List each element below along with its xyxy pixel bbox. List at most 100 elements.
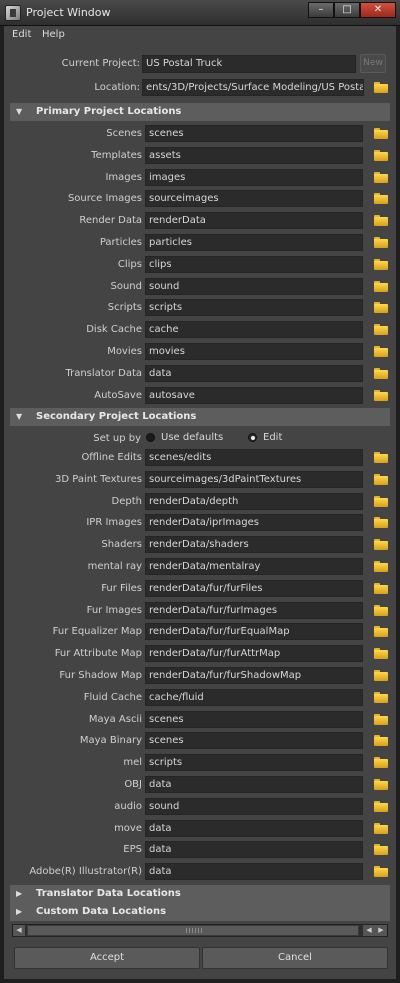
location-path-field[interactable]: scripts	[145, 299, 363, 317]
location-path-field[interactable]: data	[145, 863, 363, 881]
edit-label[interactable]: Edit	[263, 432, 282, 443]
accept-button[interactable]: Accept	[14, 947, 200, 969]
scroll-left-end-icon[interactable]: ◀	[363, 925, 375, 936]
location-path-field[interactable]: scenes	[145, 710, 363, 728]
minimize-icon: –	[318, 4, 324, 15]
folder-icon[interactable]	[374, 367, 388, 379]
horizontal-scrollbar[interactable]: ◀ ◀ ▶	[12, 924, 388, 937]
folder-icon[interactable]	[374, 389, 388, 401]
scroll-right-icon[interactable]: ▶	[375, 925, 387, 936]
location-path-field[interactable]: data	[145, 776, 363, 793]
menu-edit[interactable]: Edit	[12, 29, 31, 40]
scroll-left-icon[interactable]: ◀	[13, 925, 25, 936]
custom-locations-header[interactable]: ▶ Custom Data Locations	[10, 903, 390, 921]
folder-icon[interactable]	[374, 215, 388, 227]
folder-icon[interactable]	[374, 149, 388, 161]
location-path-field[interactable]: sourceimages/3dPaintTextures	[145, 470, 363, 488]
location-path-field[interactable]: data	[145, 819, 363, 837]
location-path-field[interactable]: renderData/shaders	[145, 536, 363, 554]
location-path-field[interactable]: data	[145, 364, 363, 382]
location-path-field[interactable]: renderData/fur/furShadowMap	[145, 667, 363, 684]
folder-icon[interactable]	[374, 866, 388, 878]
folder-icon[interactable]	[374, 280, 388, 292]
folder-icon[interactable]	[374, 582, 388, 594]
folder-icon[interactable]	[374, 626, 388, 638]
location-path-field[interactable]: sound	[145, 277, 363, 295]
folder-icon[interactable]	[374, 779, 388, 790]
folder-icon[interactable]	[374, 539, 388, 551]
location-path-field[interactable]: particles	[145, 234, 363, 251]
location-path-field[interactable]: renderData/fur/furAttrMap	[145, 645, 363, 663]
location-label: Location:	[94, 82, 140, 93]
location-label: Fluid Cache	[83, 691, 142, 703]
folder-icon[interactable]	[374, 346, 388, 357]
secondary-locations-header[interactable]: ▼ Secondary Project Locations	[10, 408, 390, 426]
folder-icon[interactable]	[374, 800, 388, 812]
location-path-field[interactable]: images	[145, 168, 363, 186]
use-defaults-label[interactable]: Use defaults	[161, 432, 223, 443]
close-button[interactable]: ✕	[360, 2, 396, 18]
location-path-field[interactable]: cache/fluid	[145, 688, 363, 706]
folder-icon[interactable]	[374, 237, 388, 248]
new-project-button[interactable]: New	[360, 54, 386, 73]
folder-icon[interactable]	[374, 757, 388, 769]
location-path-field[interactable]: scenes	[145, 125, 363, 142]
folder-icon[interactable]	[374, 495, 388, 507]
folder-icon[interactable]	[374, 670, 388, 681]
location-path-field[interactable]: renderData/depth	[145, 492, 363, 510]
menu-bar: Edit Help	[4, 26, 396, 44]
location-path-field[interactable]: movies	[145, 343, 363, 360]
location-path-field[interactable]: renderData/fur/furFiles	[145, 579, 363, 597]
folder-icon[interactable]	[374, 561, 388, 572]
current-project-field[interactable]: US Postal Truck	[142, 55, 356, 73]
location-path-field[interactable]: autosave	[145, 386, 363, 404]
location-path-field[interactable]: sound	[145, 797, 363, 815]
cancel-button[interactable]: Cancel	[202, 947, 388, 969]
location-path-field[interactable]: renderData/mentalray	[145, 558, 363, 575]
location-path-field[interactable]: renderData	[145, 212, 363, 230]
location-path-field[interactable]: sourceimages	[145, 190, 363, 208]
scrollbar-thumb[interactable]	[27, 925, 359, 936]
primary-locations-header[interactable]: ▼ Primary Project Locations	[10, 103, 390, 121]
location-field[interactable]: ents/3D/Projects/Surface Modeling/US Pos…	[142, 79, 364, 96]
translator-locations-header[interactable]: ▶ Translator Data Locations	[10, 885, 390, 903]
menu-help[interactable]: Help	[42, 29, 65, 40]
folder-icon[interactable]	[374, 452, 388, 463]
folder-icon[interactable]	[374, 193, 388, 205]
location-path-field[interactable]: data	[145, 841, 363, 859]
maximize-button[interactable]: □	[334, 2, 360, 18]
location-label: EPS	[123, 844, 142, 856]
folder-icon[interactable]	[374, 324, 388, 336]
minimize-button[interactable]: –	[308, 2, 334, 18]
folder-icon[interactable]	[374, 302, 388, 314]
folder-icon[interactable]	[374, 128, 388, 139]
location-label: Scenes	[106, 128, 142, 139]
location-path-field[interactable]: scenes	[145, 732, 363, 750]
folder-icon[interactable]	[374, 822, 388, 834]
folder-icon[interactable]	[374, 473, 388, 485]
folder-icon[interactable]	[374, 517, 388, 529]
folder-icon[interactable]	[374, 171, 388, 183]
edit-radio[interactable]	[248, 433, 257, 442]
folder-icon[interactable]	[374, 258, 388, 270]
folder-icon[interactable]	[374, 82, 388, 93]
location-path-field[interactable]: renderData/fur/furImages	[145, 601, 363, 619]
location-path-field[interactable]: renderData/fur/furEqualMap	[145, 623, 363, 641]
location-path-field[interactable]: renderData/iprImages	[145, 514, 363, 532]
folder-icon[interactable]	[374, 604, 388, 616]
folder-icon[interactable]	[374, 691, 388, 703]
location-label: Fur Attribute Map	[54, 648, 142, 660]
title-bar[interactable]: Project Window – □ ✕	[0, 0, 400, 26]
location-label: Offline Edits	[81, 452, 142, 463]
location-path-field[interactable]: assets	[145, 146, 363, 164]
location-path-field[interactable]: scripts	[145, 754, 363, 772]
location-path-field[interactable]: cache	[145, 321, 363, 339]
folder-icon[interactable]	[374, 713, 388, 725]
location-label: Translator Data	[65, 367, 142, 379]
folder-icon[interactable]	[374, 648, 388, 660]
use-defaults-radio[interactable]	[146, 433, 155, 442]
location-path-field[interactable]: scenes/edits	[145, 449, 363, 466]
folder-icon[interactable]	[374, 844, 388, 856]
folder-icon[interactable]	[374, 735, 388, 747]
location-path-field[interactable]: clips	[145, 255, 363, 273]
